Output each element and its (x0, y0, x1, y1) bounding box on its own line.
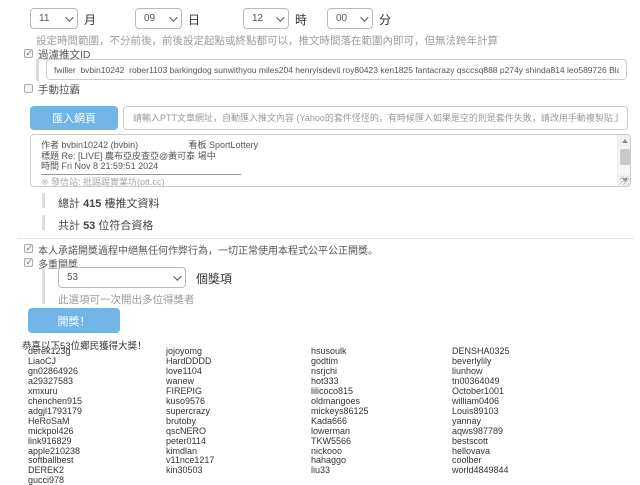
minute-select[interactable]: 00 (327, 8, 373, 29)
article-content-textarea[interactable]: 作者 bvbin10242 (bvbin) 看板 SportLottery 標題… (30, 134, 631, 187)
winners-column-1: derek123gLiaoCJgn02864926a29327583xmxuru… (28, 347, 166, 485)
winners-column-2: jojoyomgHardDDDDlove1104wanewFIREPIGkuso… (166, 347, 311, 485)
total-count: 415 (83, 198, 101, 210)
month-label: 月 (84, 11, 96, 28)
winner-id: liu33 (311, 466, 452, 476)
pledge-checkbox[interactable] (24, 244, 33, 253)
chevron-down-icon (360, 13, 368, 21)
manual-mode-checkbox[interactable] (24, 84, 33, 93)
month-select-value: 11 (39, 13, 61, 24)
article-board: 看板 SportLottery (189, 140, 259, 150)
prize-count-value: 53 (67, 272, 169, 283)
minute-label: 分 (379, 11, 391, 28)
article-author-row: 作者 bvbin10242 (bvbin) 看板 SportLottery (41, 140, 617, 151)
article-separator-line (41, 174, 241, 175)
chevron-down-icon (169, 13, 177, 21)
winner-id: gucci978 (28, 476, 166, 485)
hour-label: 時 (295, 11, 307, 28)
article-author: 作者 bvbin10242 (bvbin) (41, 140, 186, 151)
total-comments-stat: 總計 415 樓推文資料 (58, 195, 159, 211)
time-range-note: 設定時間範圍，不分前後，前後設定起點或終點都可以，推文時間落在範圍內即可，但無法… (36, 33, 498, 48)
qualified-stat-bar (42, 215, 45, 230)
article-clipped-line: ※ 發信站: 批踢踢實業坊(ptt.cc) (41, 177, 617, 188)
textarea-resize-grip[interactable] (620, 176, 629, 185)
ptt-url-input[interactable] (123, 106, 628, 130)
prize-section-bar (42, 268, 45, 304)
prize-count-select[interactable]: 53 (58, 267, 186, 288)
prize-note: 此選項可一次開出多位得獎者 (58, 292, 195, 307)
pledge-checkbox-label: 本人承諾開獎過程中絕無任何作弊行為，一切正常使用本程式公平公正開獎。 (38, 242, 378, 257)
prize-unit-label: 個獎項 (196, 270, 232, 287)
scrollbar-thumb[interactable] (620, 149, 630, 165)
filter-ids-input[interactable] (46, 59, 627, 80)
arrow-up-icon (622, 139, 628, 143)
winners-list: derek123gLiaoCJgn02864926a29327583xmxuru… (28, 347, 510, 485)
month-select[interactable]: 11 (30, 8, 78, 29)
scroll-up-button[interactable] (618, 135, 631, 147)
minute-select-value: 00 (336, 13, 356, 24)
qualified-count: 53 (83, 220, 95, 232)
chevron-down-icon (276, 13, 284, 21)
day-label: 日 (188, 11, 200, 28)
article-time-row: 時間 Fri Nov 8 21:59:51 2024 (41, 161, 617, 172)
hour-select[interactable]: 12 (243, 8, 289, 29)
winner-id: world4849844 (452, 466, 510, 476)
clipped-top-fragment: 12 (30, 0, 90, 5)
winner-id: hahaggo (311, 456, 452, 466)
multi-draw-checkbox[interactable] (24, 258, 33, 267)
section-divider (18, 238, 634, 239)
winners-column-4: DENSHA0325beverlylilyliunhowtn00364049Oc… (452, 347, 510, 485)
filter-section-bar (36, 59, 39, 81)
article-content: 作者 bvbin10242 (bvbin) 看板 SportLottery 標題… (31, 135, 617, 186)
lottery-tool-page: 12 11 月 09 日 12 時 00 分 設定時間範圍，不分前後，前後設定起… (0, 0, 640, 485)
qualified-stat: 共計 53 位符合資格 (58, 217, 153, 233)
day-select-value: 09 (144, 13, 165, 24)
filter-id-checkbox[interactable] (24, 49, 33, 58)
draw-button[interactable]: 開獎！ (28, 308, 120, 333)
day-select[interactable]: 09 (135, 8, 182, 29)
winner-id: kin30503 (166, 466, 311, 476)
chevron-down-icon (173, 272, 181, 280)
import-webpage-button[interactable]: 匯入網頁 (30, 106, 118, 130)
total-stat-bar (42, 193, 45, 208)
manual-mode-checkbox-label: 手動拉霸 (38, 82, 80, 97)
chevron-down-icon (65, 13, 73, 21)
hour-select-value: 12 (252, 13, 272, 24)
article-title-row: 標題 Re: [LIVE] 農布亞皮查亞@黃可泰 場中 (41, 151, 617, 162)
winners-column-3: hsusoulkgodtimnsrjchihot333lilicoco815ol… (311, 347, 452, 485)
